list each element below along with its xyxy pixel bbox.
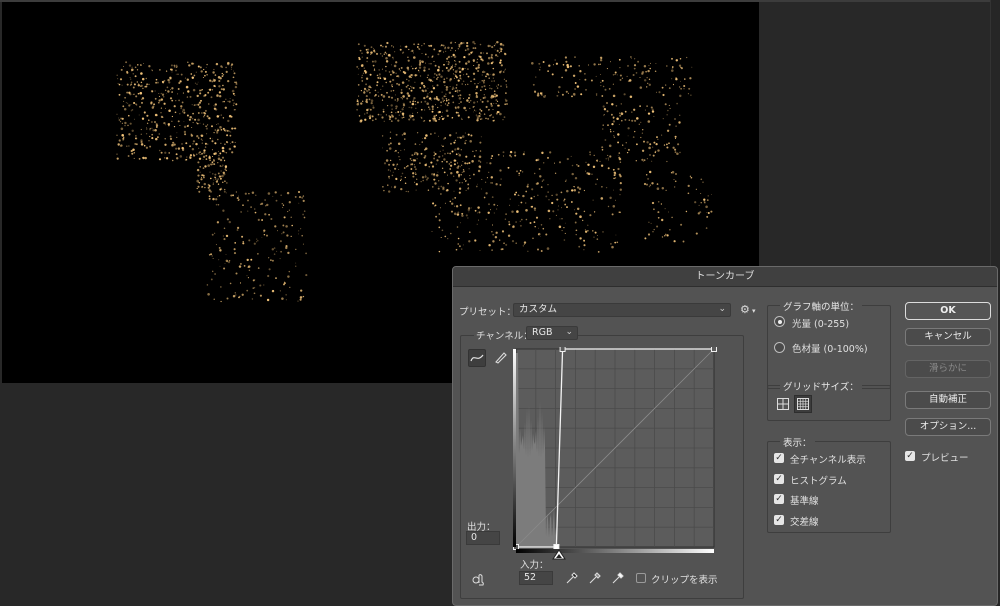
gear-menu-chevron-icon: ▾: [752, 307, 756, 315]
black-eyedropper-icon[interactable]: [565, 571, 579, 585]
show-all-channels-checkbox[interactable]: ✓: [774, 453, 784, 463]
curve-point-tool[interactable]: [468, 349, 486, 367]
input-label: 入力：: [520, 560, 549, 571]
curve-point[interactable]: [711, 347, 717, 352]
display-title: 表示：: [780, 435, 815, 449]
chevron-down-icon: ⌄: [565, 327, 573, 337]
show-baseline-checkbox[interactable]: ✓: [774, 494, 784, 504]
black-point-slider[interactable]: [551, 549, 567, 561]
clip-checkbox[interactable]: [636, 573, 646, 583]
auto-button[interactable]: 自動補正: [905, 391, 991, 409]
show-intersection-label: 交差線: [790, 517, 819, 528]
pigment-units-label: 色材量 (0-100%): [792, 344, 868, 355]
simple-grid-icon[interactable]: [776, 397, 790, 411]
pigment-units-radio[interactable]: [774, 342, 785, 353]
chevron-down-icon: ⌄: [718, 304, 726, 314]
channel-select[interactable]: RGB ⌄: [526, 326, 578, 340]
preview-label: プレビュー: [921, 453, 969, 464]
input-gradient-bar: [516, 549, 714, 553]
white-eyedropper-icon[interactable]: [611, 571, 625, 585]
preset-gear-icon[interactable]: ⚙: [740, 303, 750, 316]
output-field[interactable]: 0: [466, 531, 500, 545]
cancel-button[interactable]: キャンセル: [905, 328, 991, 346]
clip-label: クリップを表示: [651, 575, 718, 586]
pencil-tool[interactable]: [492, 349, 510, 367]
dialog-title[interactable]: トーンカーブ: [453, 267, 997, 287]
curve-point[interactable]: [559, 347, 566, 352]
channel-value: RGB: [532, 327, 553, 338]
graph-units-title: グラフ軸の単位：: [780, 299, 863, 313]
grid-size-title: グリッドサイズ：: [780, 379, 862, 393]
light-units-label: 光量 (0-255): [792, 319, 850, 330]
pencil-icon: [495, 352, 507, 364]
curve-tool-icon: [470, 354, 484, 362]
show-histogram-checkbox[interactable]: ✓: [774, 474, 784, 484]
input-field[interactable]: 52: [519, 571, 553, 585]
curves-graph[interactable]: [513, 347, 719, 555]
smooth-button[interactable]: 滑らかに: [905, 360, 991, 378]
show-baseline-label: 基準線: [790, 496, 819, 507]
options-button[interactable]: オプション...: [905, 418, 991, 436]
show-all-channels-label: 全チャンネル表示: [790, 455, 866, 466]
preview-checkbox[interactable]: ✓: [905, 451, 915, 461]
preset-value: カスタム: [519, 304, 558, 315]
output-gradient-bar: [513, 349, 516, 547]
workspace-canvas: トーンカーブ プリセット： カスタム ⌄ ⚙ ▾ チャンネル： RGB ⌄ 出力…: [0, 0, 1000, 606]
gray-eyedropper-icon[interactable]: [588, 571, 602, 585]
light-units-radio[interactable]: [774, 316, 785, 327]
curves-dialog: トーンカーブ プリセット： カスタム ⌄ ⚙ ▾ チャンネル： RGB ⌄ 出力…: [452, 266, 998, 606]
detailed-grid-icon[interactable]: [794, 395, 812, 413]
show-histogram-label: ヒストグラム: [790, 476, 847, 487]
target-adjustment-hand-icon[interactable]: [471, 571, 487, 587]
preset-label: プリセット：: [459, 307, 517, 318]
preset-select[interactable]: カスタム ⌄: [513, 303, 731, 317]
show-intersection-checkbox[interactable]: ✓: [774, 515, 784, 525]
ok-button[interactable]: OK: [905, 302, 991, 320]
